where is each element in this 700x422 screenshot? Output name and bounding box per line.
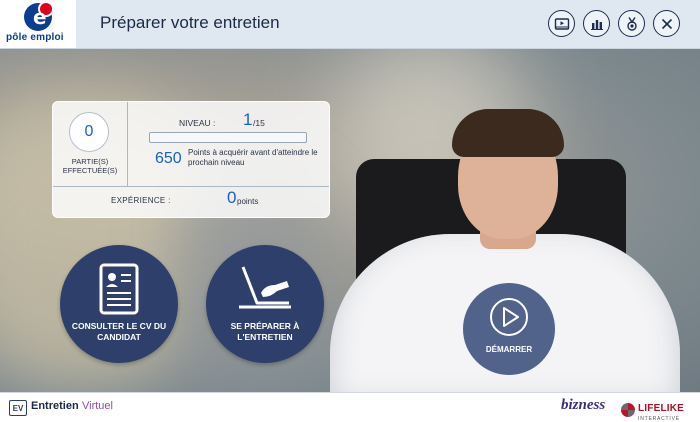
divider	[53, 186, 329, 187]
parties-label: PARTIE(S) EFFECTUÉE(S)	[62, 157, 118, 175]
close-icon	[661, 18, 672, 29]
app-title: Entretien	[31, 400, 79, 412]
lifelike-logo[interactable]: LIFELIKE INTERACTIVE	[621, 398, 684, 422]
level-progress-bar	[149, 132, 307, 143]
experience-value: 0	[227, 188, 237, 207]
play-icon	[490, 298, 528, 336]
points-value: 650	[155, 150, 182, 167]
medal-button[interactable]	[618, 10, 645, 37]
experience-label: EXPÉRIENCE :	[111, 196, 171, 205]
laptop-hand-icon	[239, 266, 291, 309]
experience-unit: points	[237, 197, 259, 206]
niveau-max: /15	[253, 118, 265, 128]
logo-letter: e	[33, 5, 47, 29]
divider	[127, 102, 128, 186]
video-button[interactable]	[548, 10, 575, 37]
niveau-value: 1	[243, 110, 253, 129]
close-button[interactable]	[653, 10, 680, 37]
prepare-interview-label: SE PRÉPARER À L'ENTRETIEN	[230, 321, 300, 342]
medal-icon	[626, 16, 637, 31]
logo-text: pôle emploi	[6, 32, 64, 43]
lifelike-text: LIFELIKE	[638, 403, 685, 414]
pole-emploi-logo[interactable]: e pôle emploi	[0, 0, 76, 48]
chart-icon	[590, 19, 603, 30]
stats-button[interactable]	[583, 10, 610, 37]
app-subtitle: Virtuel	[82, 400, 113, 412]
niveau-label: NIVEAU :	[179, 118, 216, 128]
top-header: e pôle emploi Préparer votre entretien	[0, 0, 700, 49]
lifelike-mark-icon	[621, 403, 635, 417]
recruiter-hair	[452, 109, 564, 157]
points-text: Points à acquérir avant d'atteindre le p…	[188, 148, 318, 167]
cv-document-icon	[99, 263, 139, 315]
consult-cv-label: CONSULTER LE CV DU CANDIDAT	[71, 321, 167, 342]
stats-panel: 0 PARTIE(S) EFFECTUÉE(S) NIVEAU : 1 /15 …	[52, 101, 330, 218]
prepare-interview-button[interactable]: SE PRÉPARER À L'ENTRETIEN	[206, 245, 324, 363]
video-icon	[554, 17, 569, 30]
lifelike-subtext: INTERACTIVE	[638, 416, 680, 422]
bizness-logo[interactable]: bizness	[561, 397, 605, 414]
consult-cv-button[interactable]: CONSULTER LE CV DU CANDIDAT	[60, 245, 178, 363]
footer-bar: EV Entretien Virtuel bizness LIFELIKE IN…	[0, 392, 700, 422]
ev-badge-icon: EV	[9, 400, 27, 416]
parties-count: 0	[69, 112, 109, 152]
start-button[interactable]: DÉMARRER	[463, 283, 555, 375]
page-title: Préparer votre entretien	[100, 13, 280, 32]
start-label: DÉMARRER	[485, 345, 533, 354]
